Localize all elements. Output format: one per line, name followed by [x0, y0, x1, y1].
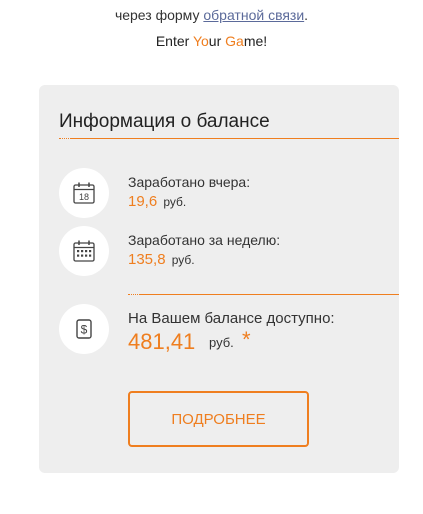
available-balance-value: 481,41	[128, 329, 196, 354]
feedback-note-prefix: через форму	[114, 7, 204, 23]
tagline: Enter Your Game!	[0, 33, 423, 49]
tagline-part: me!	[243, 33, 268, 49]
tagline-part: Enter	[155, 33, 193, 49]
tagline-accent: Ga	[225, 33, 244, 49]
earned-week-unit: руб.	[171, 253, 195, 267]
details-button[interactable]: ПОДРОБНЕЕ	[128, 391, 309, 447]
earned-yesterday-value: 19,6 руб.	[128, 193, 186, 210]
balance-card-title: Информация о балансе	[59, 111, 270, 132]
earned-yesterday-unit: руб.	[163, 195, 187, 209]
feedback-link[interactable]: обратной связи	[203, 7, 304, 23]
balance-card: Информация о балансе 18 Заработано вчера…	[39, 85, 399, 473]
section-divider	[128, 294, 399, 295]
earned-week-amount: 135,8	[128, 251, 166, 268]
svg-text:$: $	[81, 323, 88, 337]
available-balance-unit: руб.	[209, 335, 234, 350]
feedback-note: через форму обратной связи.	[0, 7, 423, 23]
calendar-day-number: 18	[79, 192, 89, 202]
earned-week-label: Заработано за неделю:	[128, 232, 281, 248]
earned-yesterday-label: Заработано вчера:	[128, 174, 251, 190]
tagline-part: ur	[208, 33, 226, 49]
dollar-bill-icon: $	[59, 304, 109, 354]
calendar-week-icon	[59, 226, 109, 276]
calendar-day-icon: 18	[59, 168, 109, 218]
earned-week-value: 135,8 руб.	[128, 251, 195, 268]
available-balance-asterisk: *	[242, 327, 251, 352]
available-balance-label: На Вашем балансе доступно:	[128, 310, 335, 327]
earned-yesterday-amount: 19,6	[128, 193, 158, 210]
feedback-note-suffix: .	[304, 7, 309, 23]
tagline-accent: Yo	[192, 33, 209, 49]
title-divider	[59, 138, 399, 139]
